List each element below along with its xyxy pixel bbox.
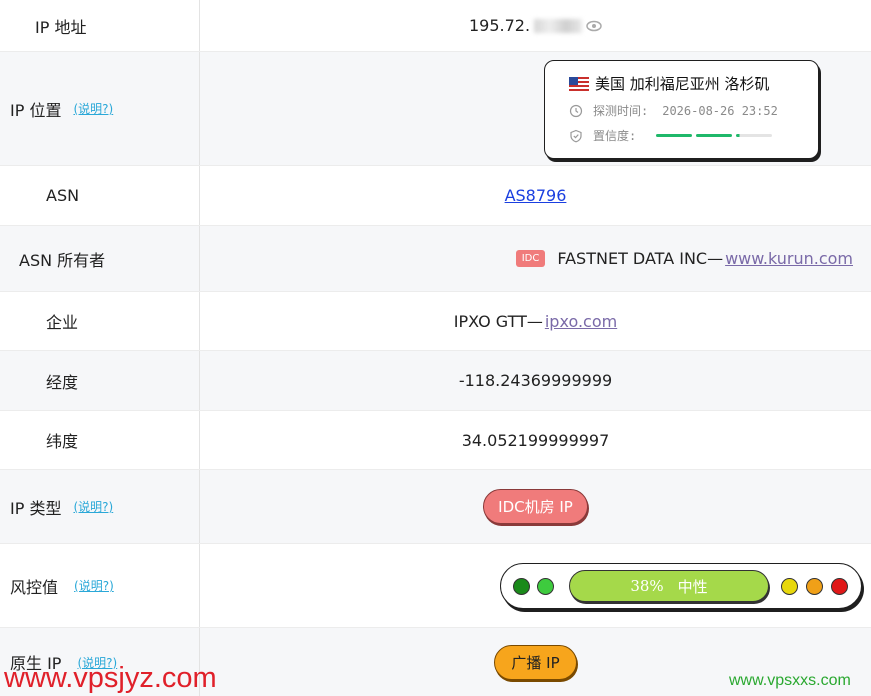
asn-owner-name: FASTNET DATA INC— <box>557 249 724 268</box>
probe-time-value: 2026-08-26 23:52 <box>662 103 778 118</box>
risk-dot-red <box>831 578 848 595</box>
latitude-label: 纬度 <box>46 432 79 451</box>
confidence-bar <box>656 134 773 137</box>
company-name: IPXO GTT— <box>453 311 543 331</box>
asn-owner-domain-link[interactable]: www.kurun.com <box>725 249 853 268</box>
asn-owner-value: IDC FASTNET DATA INC— www.kurun.com <box>200 226 871 291</box>
latitude-value: 34.052199999997 <box>461 430 610 450</box>
risk-indicator: 38% 中性 <box>500 563 862 609</box>
location-place: 美国 加利福尼亚州 洛杉矶 <box>595 75 770 93</box>
ip-type-help-link[interactable]: (说明?) <box>73 498 113 515</box>
asn-label: ASN <box>46 186 80 205</box>
row-asn-owner: ASN 所有者 IDC FASTNET DATA INC— www.kurun.… <box>0 226 871 292</box>
longitude-label: 经度 <box>46 372 79 392</box>
asn-owner-label: ASN 所有者 <box>19 250 106 270</box>
risk-dot-green <box>537 578 554 595</box>
row-latitude: 纬度 34.052199999997 <box>0 411 871 470</box>
confidence-segment <box>656 134 693 137</box>
confidence-label: 置信度: <box>593 129 637 143</box>
row-company: 企业 IPXO GTT— ipxo.com <box>0 292 871 351</box>
asn-link[interactable]: AS8796 <box>505 186 567 205</box>
risk-label-group: 风控值 (说明?) <box>10 544 114 627</box>
watermark-left: www.vpsjyz.com <box>4 662 217 694</box>
ip-address-text: 195.72. <box>468 16 531 35</box>
idc-badge: IDC <box>515 250 546 267</box>
risk-dot-orange <box>806 578 823 595</box>
company-label: 企业 <box>46 313 79 332</box>
watermark-right: www.vpsxxs.com <box>729 672 851 689</box>
eye-icon[interactable] <box>586 20 602 32</box>
company-value: IPXO GTT— ipxo.com <box>200 292 871 350</box>
risk-dot-dark-green <box>513 578 530 595</box>
shield-check-icon <box>570 129 582 142</box>
us-flag-icon <box>569 76 589 91</box>
ip-address-label: IP 地址 <box>35 17 87 37</box>
ip-type-pill: IDC机房 IP <box>483 489 588 524</box>
ip-redacted-blur <box>534 18 583 33</box>
risk-level: 中性 <box>677 577 708 596</box>
ip-location-label-group: IP 位置 (说明?) <box>10 52 113 165</box>
ip-type-label-group: IP 类型 (说明?) <box>10 470 113 543</box>
company-domain-link[interactable]: ipxo.com <box>545 312 617 331</box>
probe-time-line: 探测时间: 2026-08-26 23:52 <box>569 102 818 119</box>
ip-address-value: 195.72. <box>200 0 871 51</box>
row-ip-address: IP 地址 195.72. <box>0 0 871 52</box>
risk-help-link[interactable]: (说明?) <box>74 577 114 594</box>
risk-dot-yellow <box>781 578 798 595</box>
confidence-segment <box>696 134 733 137</box>
confidence-line: 置信度: <box>569 127 818 144</box>
location-card: 美国 加利福尼亚州 洛杉矶 探测时间: 2026-08-26 23:52 置信度… <box>544 60 819 159</box>
clock-icon <box>569 104 583 117</box>
location-title: 美国 加利福尼亚州 洛杉矶 <box>569 73 818 94</box>
risk-percent: 38% <box>630 577 664 595</box>
longitude-value: -118.24369999999 <box>458 371 613 390</box>
risk-label: 风控值 <box>10 577 59 597</box>
row-asn: ASN AS8796 <box>0 166 871 226</box>
ip-location-help-link[interactable]: (说明?) <box>73 100 113 117</box>
ip-location-label: IP 位置 <box>10 100 62 120</box>
ip-type-label: IP 类型 <box>10 498 62 518</box>
risk-bar: 38% 中性 <box>569 570 769 602</box>
row-ip-type: IP 类型 (说明?) IDC机房 IP <box>0 470 871 544</box>
row-longitude: 经度 -118.24369999999 <box>0 351 871 411</box>
confidence-segment <box>736 134 773 137</box>
probe-time-label: 探测时间: <box>593 104 649 118</box>
native-ip-pill: 广播 IP <box>494 644 577 680</box>
